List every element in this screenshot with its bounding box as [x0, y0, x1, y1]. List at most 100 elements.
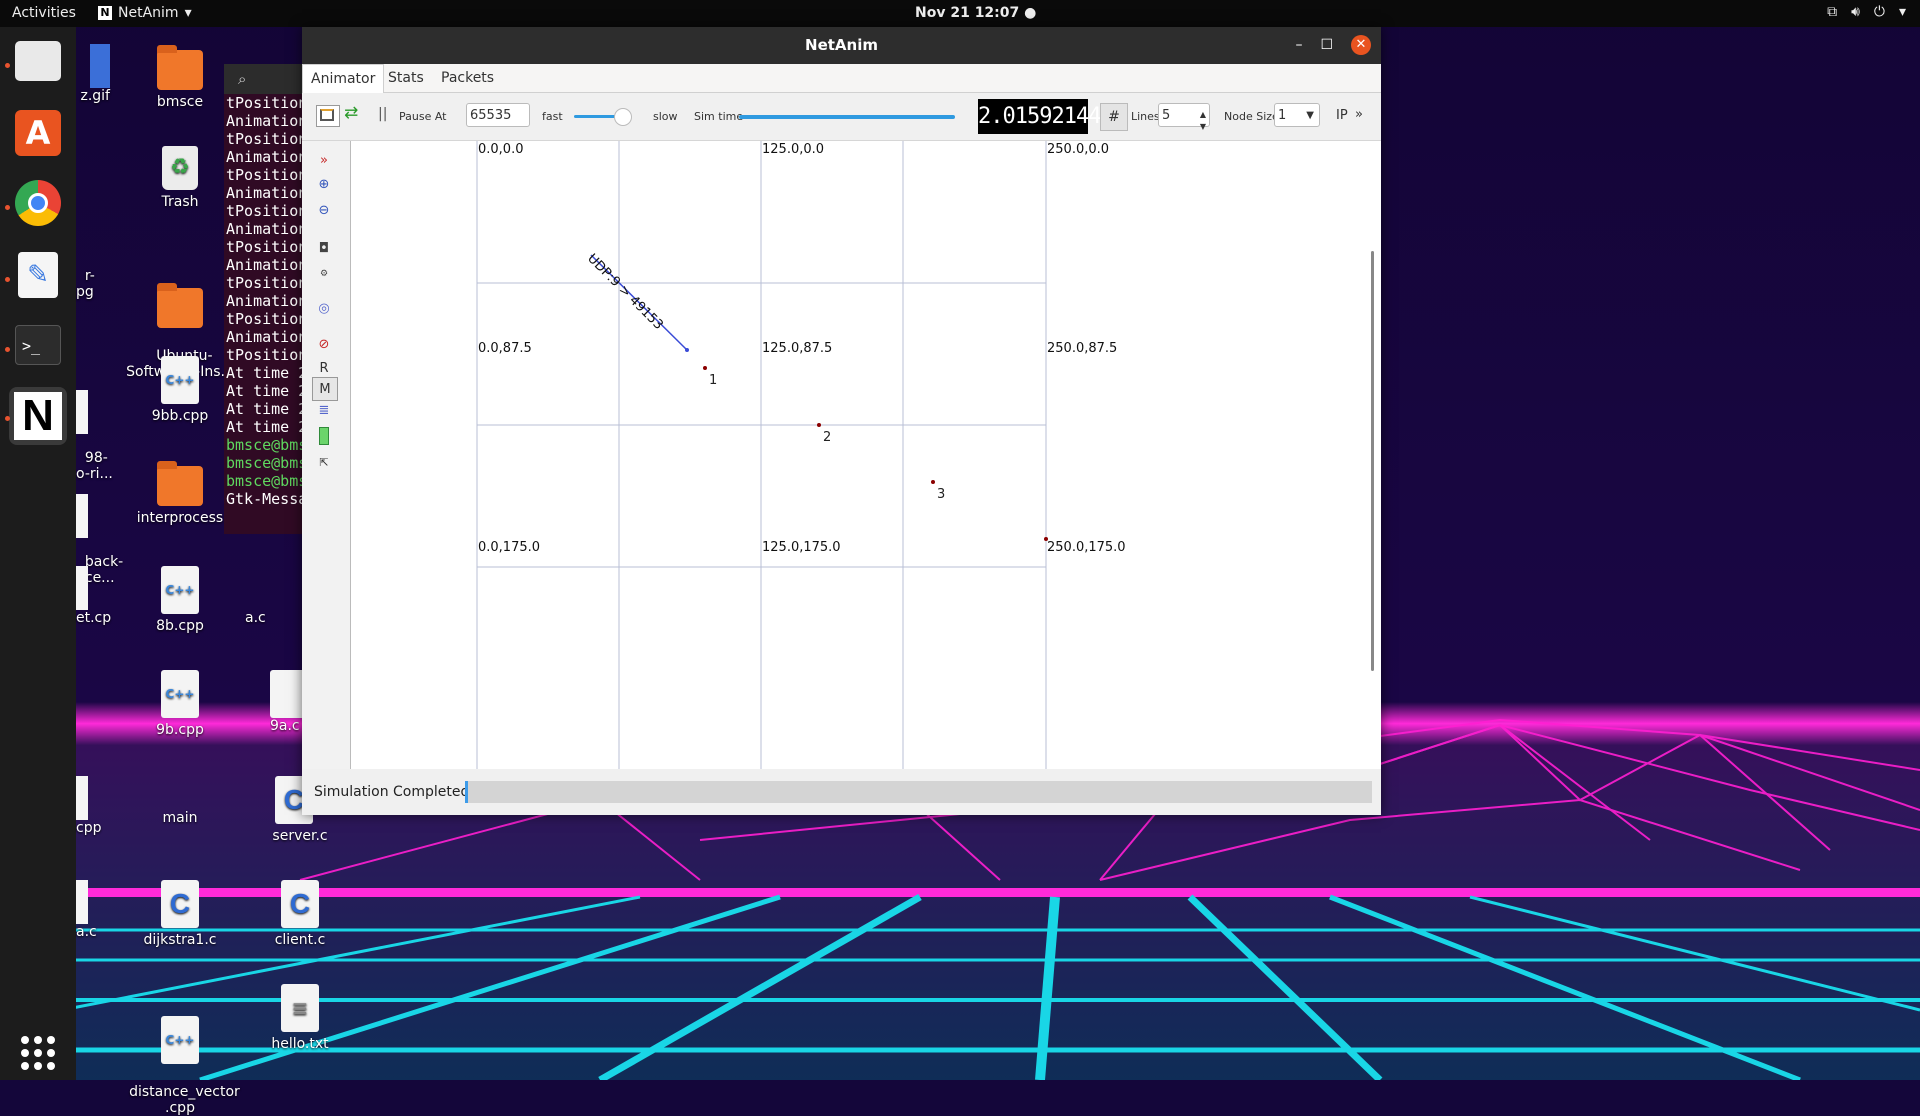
- reload-icon: ⇄: [344, 103, 359, 123]
- terminal-prompt-line: bmsce@bms: [226, 472, 304, 490]
- terminal-line: tPosition: [226, 130, 304, 148]
- grid-coordinate-label: 250.0,87.5: [1047, 341, 1117, 356]
- battery-button[interactable]: [312, 425, 336, 447]
- animation-canvas[interactable]: UDP:9 > 49153 1 2 3 0.0,0.0 125.0,0.0 25…: [350, 141, 1367, 769]
- top-bar: Activities N NetAnim ▾ Nov 21 12:07 ● ⧉ …: [0, 0, 1920, 27]
- desktop-file[interactable]: main: [125, 810, 235, 826]
- list-icon: ≣: [318, 402, 330, 418]
- spin-down-icon[interactable]: ▼: [1200, 115, 1206, 139]
- node-dot[interactable]: [817, 423, 821, 427]
- network-icon: ⧉: [1827, 4, 1838, 20]
- slider-handle[interactable]: [614, 108, 632, 126]
- desktop-file[interactable]: C dijkstra1.c: [125, 880, 235, 948]
- scrollbar-thumb[interactable]: [1371, 251, 1374, 671]
- desktop-file[interactable]: et.cp: [40, 566, 116, 626]
- desktop-file[interactable]: cpp: [40, 776, 116, 836]
- terminal-line: tPosition: [226, 238, 304, 256]
- desktop-file[interactable]: C++ 8b.cpp: [125, 566, 235, 634]
- terminal-line: At time 2: [226, 418, 304, 436]
- side-toolbar: » ⊕ ⊖ ◘ ⚙︎ ◎ ⊘ R M ≣ ⇱: [302, 141, 350, 769]
- terminal-line: Animation: [226, 112, 304, 130]
- terminal-window[interactable]: ⌕ tPosition Animation tPosition Animation tP…: [224, 64, 304, 534]
- tab-stats[interactable]: Stats: [380, 64, 432, 92]
- lines-spinbox[interactable]: 5 ▲ ▼: [1158, 103, 1210, 131]
- terminal-prompt-line: bmsce@bms: [226, 436, 304, 454]
- activities-button[interactable]: Activities: [12, 5, 76, 21]
- ip-toggle-button[interactable]: IP: [1336, 108, 1348, 123]
- battery-icon: [319, 427, 329, 445]
- node-dot[interactable]: [703, 366, 707, 370]
- window-title: NetAnim: [302, 27, 1381, 64]
- node-sysid-button[interactable]: ⚙︎: [312, 263, 336, 285]
- desktop-folder[interactable]: bmsce: [125, 44, 235, 110]
- running-indicator: [5, 347, 10, 352]
- lines-label: Lines: [1131, 110, 1160, 123]
- terminal-line: Animation: [226, 220, 304, 238]
- cpp-file-icon: C++: [161, 670, 199, 718]
- node-dot[interactable]: [931, 480, 935, 484]
- sim-time-slider[interactable]: [739, 115, 955, 119]
- desktop-folder-label: interprocess: [136, 510, 224, 526]
- desktop-file[interactable]: C client.c: [245, 880, 355, 948]
- grid-coordinate-label: 0.0,175.0: [478, 540, 540, 555]
- pause-at-input[interactable]: 65535: [466, 103, 530, 127]
- wireless-circles-button[interactable]: ◎: [312, 297, 336, 319]
- hide-links-button[interactable]: ⊘: [312, 333, 336, 355]
- grid-toggle-button[interactable]: #: [1100, 103, 1128, 131]
- play-pause-button[interactable]: ||: [378, 106, 387, 122]
- mouse-position-button[interactable]: ⇱: [312, 451, 336, 473]
- software-app[interactable]: A: [12, 107, 64, 159]
- network-topology[interactable]: UDP:9 > 49153 1 2 3 0.0,0.0 125.0,0.0 25…: [351, 141, 1367, 769]
- app-menu[interactable]: N NetAnim ▾: [98, 5, 192, 21]
- terminal-line: tPosition: [226, 346, 304, 364]
- minimize-button[interactable]: –: [1295, 37, 1302, 53]
- chevron-down-icon: ▾: [184, 5, 192, 21]
- file-icon: [76, 566, 88, 610]
- routing-button[interactable]: R: [312, 357, 336, 379]
- speed-slider[interactable]: [574, 108, 632, 126]
- node-size-select[interactable]: 1 ▼: [1274, 103, 1320, 127]
- search-icon: ⌕: [238, 70, 247, 88]
- grid-icon: #: [1108, 109, 1120, 125]
- node-label: 3: [937, 487, 945, 502]
- packet-list-button[interactable]: ≣: [312, 399, 336, 421]
- desktop-file[interactable]: a.c: [40, 880, 116, 940]
- canvas-scrollbar[interactable]: [1366, 141, 1381, 769]
- system-tray[interactable]: ⧉ 🔊︎ ⏻ ▾: [1827, 4, 1906, 20]
- zoom-out-button[interactable]: ⊖: [312, 199, 336, 221]
- desktop-folder[interactable]: interprocess: [125, 460, 235, 526]
- node-size-value: 1: [1278, 108, 1287, 123]
- clock[interactable]: Nov 21 12:07 ●: [915, 5, 1036, 21]
- chrome-app[interactable]: [12, 177, 64, 229]
- desktop-file[interactable]: C++ 9b.cpp: [125, 670, 235, 738]
- packet-head: [685, 348, 689, 352]
- file-icon: [76, 776, 88, 820]
- reload-button[interactable]: ⇄: [344, 103, 358, 123]
- volume-icon: 🔊︎: [1851, 4, 1860, 20]
- trash[interactable]: ♻ Trash: [125, 146, 235, 210]
- mac-button[interactable]: M: [312, 377, 338, 401]
- close-button[interactable]: ✕: [1351, 35, 1371, 55]
- desktop-file[interactable]: C++ 9bb.cpp: [125, 356, 235, 424]
- tab-animator[interactable]: Animator: [302, 64, 385, 93]
- terminal-line: tPosition: [226, 274, 304, 292]
- tab-packets[interactable]: Packets: [433, 64, 502, 92]
- running-indicator: [5, 277, 10, 282]
- fit-to-view-button[interactable]: »: [312, 149, 336, 171]
- node-description-button[interactable]: ◘: [312, 237, 336, 259]
- grid-coordinate-label: 0.0,0.0: [478, 142, 523, 157]
- open-file-button[interactable]: [316, 105, 340, 127]
- show-apps-button[interactable]: [12, 1027, 64, 1079]
- grid-coordinate-label: 0.0,87.5: [478, 341, 532, 356]
- terminal-line: Animation: [226, 148, 304, 166]
- desktop-file[interactable]: r- pg: [40, 252, 110, 300]
- desktop-file[interactable]: ≡ hello.txt: [245, 984, 355, 1052]
- desktop-file[interactable]: 9a.c: [270, 670, 302, 734]
- app-menu-label: NetAnim: [118, 5, 179, 21]
- desktop-file[interactable]: C++ distance_vector .cpp: [112, 984, 248, 1116]
- desktop-file[interactable]: a.c: [245, 610, 295, 626]
- maximize-button[interactable]: ☐: [1320, 37, 1333, 53]
- desktop-file[interactable]: z.gif: [40, 44, 110, 104]
- zoom-in-button[interactable]: ⊕: [312, 173, 336, 195]
- toolbar-overflow-button[interactable]: »: [1355, 107, 1363, 122]
